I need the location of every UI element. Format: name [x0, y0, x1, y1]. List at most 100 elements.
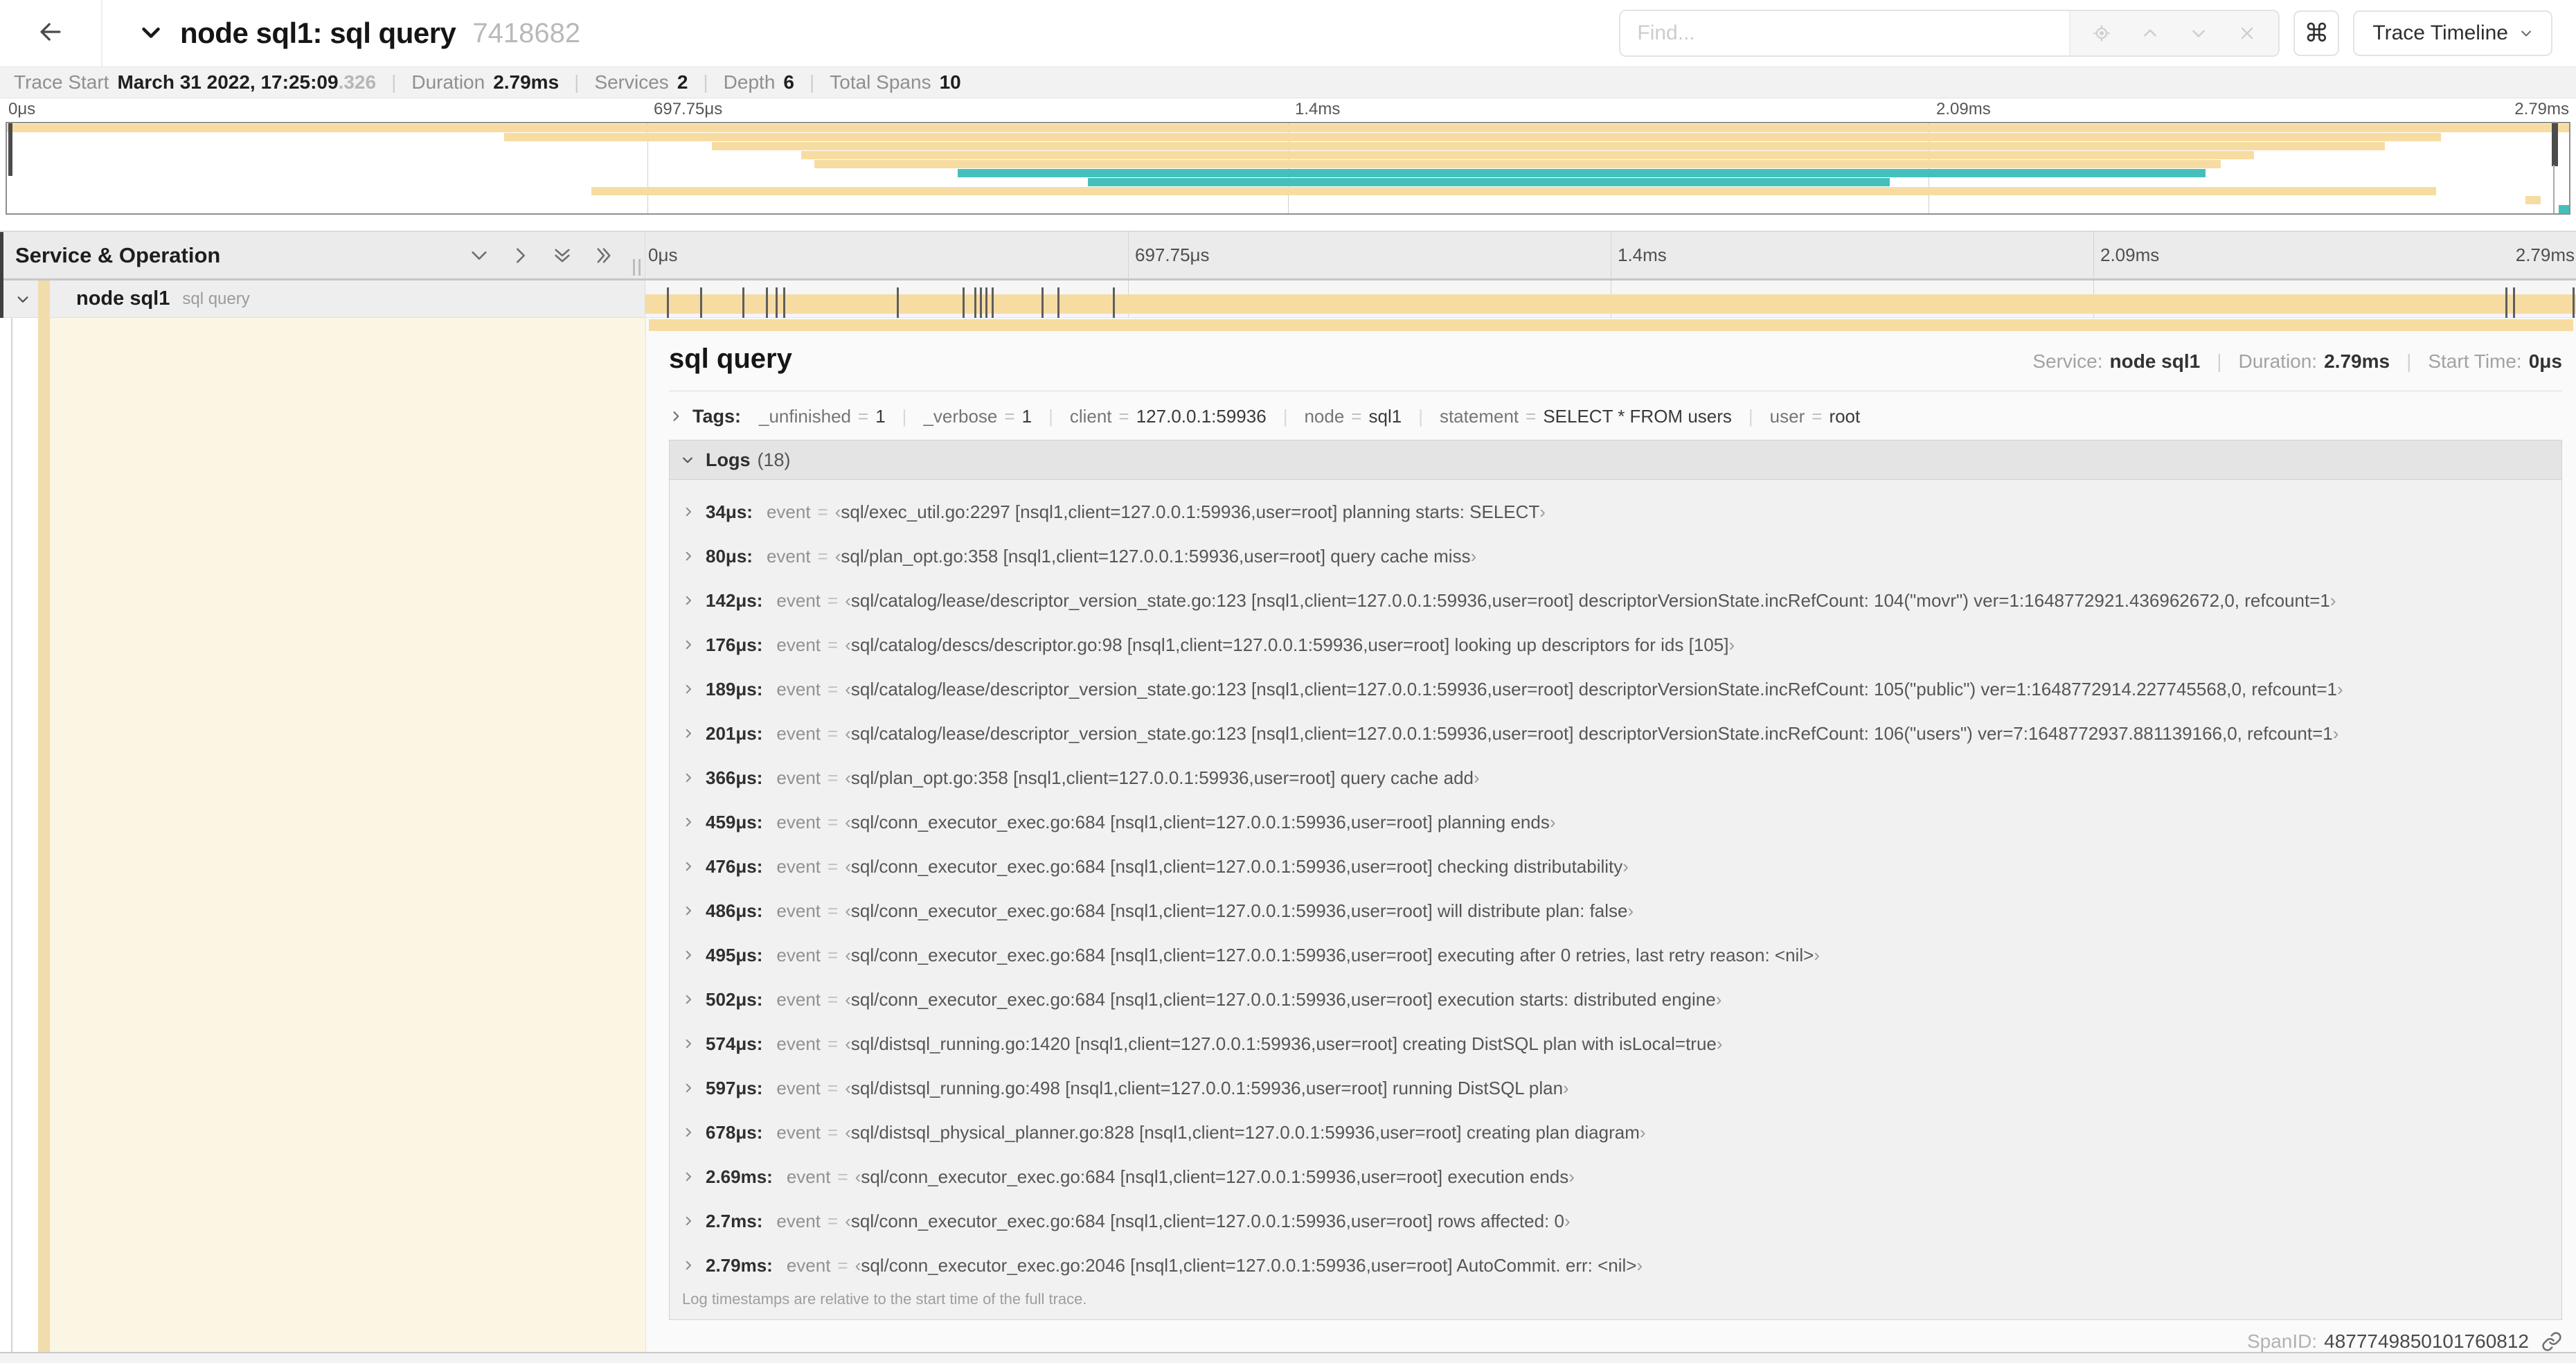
log-field-equals: = [828, 988, 839, 1010]
log-timestamp: 678μs: [706, 1121, 763, 1143]
axis-tick-label: 0μs [648, 244, 678, 265]
tags-section-toggle[interactable]: Tags: _unfinished = 1 | _verbose = 1 | client = 12… [669, 404, 2562, 429]
log-field-key: event [776, 767, 821, 788]
log-entry[interactable]: 495μs: event = ‹sql/conn_executor_exec.go:6… [670, 933, 2561, 977]
log-timestamp: 34μs: [706, 501, 753, 522]
minimap-span [591, 187, 2436, 195]
column-resize-grip[interactable] [633, 259, 641, 276]
log-field-equals: = [828, 1121, 839, 1143]
span-detail-header: sql query Service: node sql1 | Duration: 2.7… [669, 344, 2562, 382]
meta-label: Start Time: [2428, 350, 2522, 372]
chevron-right-icon [682, 1170, 695, 1183]
log-field-value: ‹sql/catalog/descs/descriptor.go:98 [nsq… [845, 634, 1735, 655]
find-next-icon[interactable] [2188, 23, 2209, 44]
chevron-right-icon [669, 409, 683, 423]
timeline-minimap[interactable] [6, 122, 2570, 215]
collapse-trace-icon[interactable] [138, 21, 163, 46]
summary-value-suffix: .326 [338, 71, 377, 93]
log-marker-tick [1041, 287, 1044, 321]
tag-divider: | [1282, 405, 1288, 427]
log-field-key: event [776, 1121, 821, 1143]
tag-value: 1 [875, 405, 886, 427]
chevron-down-icon [681, 453, 695, 467]
find-input[interactable] [1620, 11, 2070, 55]
log-entry[interactable]: 678μs: event = ‹sql/distsql_physical_planne… [670, 1110, 2561, 1155]
chevron-right-icon [682, 1259, 695, 1272]
axis-tick-label: 2.79ms [2515, 244, 2575, 265]
chevron-right-icon[interactable] [510, 245, 531, 266]
summary-divider: | [574, 71, 580, 93]
summary-label: Services [594, 71, 669, 93]
axis-tick-label: 1.4ms [1295, 100, 1341, 118]
log-entry[interactable]: 142μs: event = ‹sql/catalog/lease/descripto… [670, 578, 2561, 623]
log-entry[interactable]: 2.79ms: event = ‹sql/conn_executor_exec.go:… [670, 1243, 2561, 1288]
span-duration-bar[interactable] [645, 294, 2576, 314]
minimap-right-scrubber[interactable] [2552, 123, 2558, 166]
log-field-value: ‹sql/distsql_running.go:1420 [nsql1,clie… [845, 1033, 1723, 1054]
log-field-key: event [776, 1033, 821, 1054]
log-timestamp: 476μs: [706, 855, 763, 877]
span-row-name-cell[interactable]: node sql1 sql query [0, 280, 645, 318]
log-entry[interactable]: 176μs: event = ‹sql/catalog/descs/descripto… [670, 623, 2561, 667]
log-entry[interactable]: 476μs: event = ‹sql/conn_executor_exec.go:6… [670, 844, 2561, 889]
log-timestamp: 574μs: [706, 1033, 763, 1054]
span-detail-indent-column [0, 318, 645, 1352]
log-timestamp: 486μs: [706, 900, 763, 921]
log-entry[interactable]: 189μs: event = ‹sql/catalog/lease/descripto… [670, 667, 2561, 711]
chevron-right-icon [682, 594, 695, 607]
link-icon[interactable] [2541, 1331, 2562, 1352]
find-clear-icon[interactable] [2237, 23, 2257, 44]
log-field-value: ‹sql/plan_opt.go:358 [nsql1,client=127.0… [845, 767, 1480, 788]
log-entry[interactable]: 201μs: event = ‹sql/catalog/lease/descripto… [670, 711, 2561, 756]
log-field-value: ‹sql/conn_executor_exec.go:684 [nsql1,cl… [845, 988, 1722, 1010]
log-entry[interactable]: 366μs: event = ‹sql/plan_opt.go:358 [nsql1,… [670, 756, 2561, 800]
timeline-ruler: 0μs 697.75μs 1.4ms 2.09ms 2.79ms [645, 232, 2576, 278]
log-entry[interactable]: 486μs: event = ‹sql/conn_executor_exec.go:6… [670, 889, 2561, 933]
minimap-span [1088, 178, 1890, 186]
meta-value: 0μs [2528, 350, 2562, 372]
span-row: node sql1 sql query [0, 280, 2576, 321]
log-timestamp: 142μs: [706, 589, 763, 611]
minimap-left-scrubber[interactable] [8, 123, 12, 176]
log-entry[interactable]: 2.7ms: event = ‹sql/conn_executor_exec.go:6… [670, 1199, 2561, 1243]
logs-section: Logs (18) 34μs: event = ‹sql/exec_util.go:2… [669, 440, 2562, 1320]
chevron-down-icon [2519, 26, 2533, 40]
log-entry[interactable]: 597μs: event = ‹sql/distsql_running.go:498 … [670, 1066, 2561, 1110]
log-entry[interactable]: 34μs: event = ‹sql/exec_util.go:2297 [nsql1… [670, 490, 2561, 534]
span-detail-row: sql query Service: node sql1 | Duration: 2.7… [0, 318, 2576, 1352]
keyboard-shortcuts-button[interactable]: ⌘ [2293, 10, 2340, 56]
log-entry[interactable]: 459μs: event = ‹sql/conn_executor_exec.go:6… [670, 800, 2561, 844]
tag-value: sql1 [1368, 405, 1402, 427]
log-marker-tick [2573, 287, 2575, 321]
tag-value: 1 [1021, 405, 1032, 427]
chevron-down-icon[interactable] [469, 245, 490, 266]
log-marker-tick [963, 287, 965, 321]
minimap-span [7, 124, 2569, 132]
view-selector-label: Trace Timeline [2372, 21, 2508, 44]
logs-section-toggle[interactable]: Logs (18) [670, 440, 2561, 480]
view-selector-button[interactable]: Trace Timeline [2353, 10, 2552, 56]
log-field-value: ‹sql/conn_executor_exec.go:684 [nsql1,cl… [845, 900, 1634, 921]
tag-key: user [1769, 405, 1805, 427]
find-prev-icon[interactable] [2140, 23, 2161, 44]
log-timestamp: 502μs: [706, 988, 763, 1010]
tag-key: statement [1439, 405, 1519, 427]
log-entry[interactable]: 502μs: event = ‹sql/conn_executor_exec.go:6… [670, 977, 2561, 1022]
log-field-equals: = [837, 1254, 848, 1276]
log-entry[interactable]: 2.69ms: event = ‹sql/conn_executor_exec.go:… [670, 1155, 2561, 1199]
span-collapse-icon[interactable] [15, 292, 30, 307]
log-entry[interactable]: 574μs: event = ‹sql/distsql_running.go:1420… [670, 1022, 2561, 1066]
span-bar-cell[interactable] [645, 280, 2576, 321]
log-field-equals: = [828, 678, 839, 700]
locate-icon[interactable] [2091, 23, 2112, 44]
double-chevron-down-icon[interactable] [552, 245, 573, 266]
trace-title-group: node sql1: sql query 7418682 [138, 17, 580, 50]
span-duration-bar[interactable] [649, 319, 2573, 331]
minimap-span [957, 169, 2206, 177]
summary-label: Depth [723, 71, 776, 93]
log-field-key: event [776, 900, 821, 921]
tag-divider: | [1418, 405, 1423, 427]
log-entry[interactable]: 80μs: event = ‹sql/plan_opt.go:358 [nsql1,c… [670, 534, 2561, 578]
double-chevron-right-icon[interactable] [593, 245, 614, 266]
back-button[interactable] [0, 0, 102, 66]
